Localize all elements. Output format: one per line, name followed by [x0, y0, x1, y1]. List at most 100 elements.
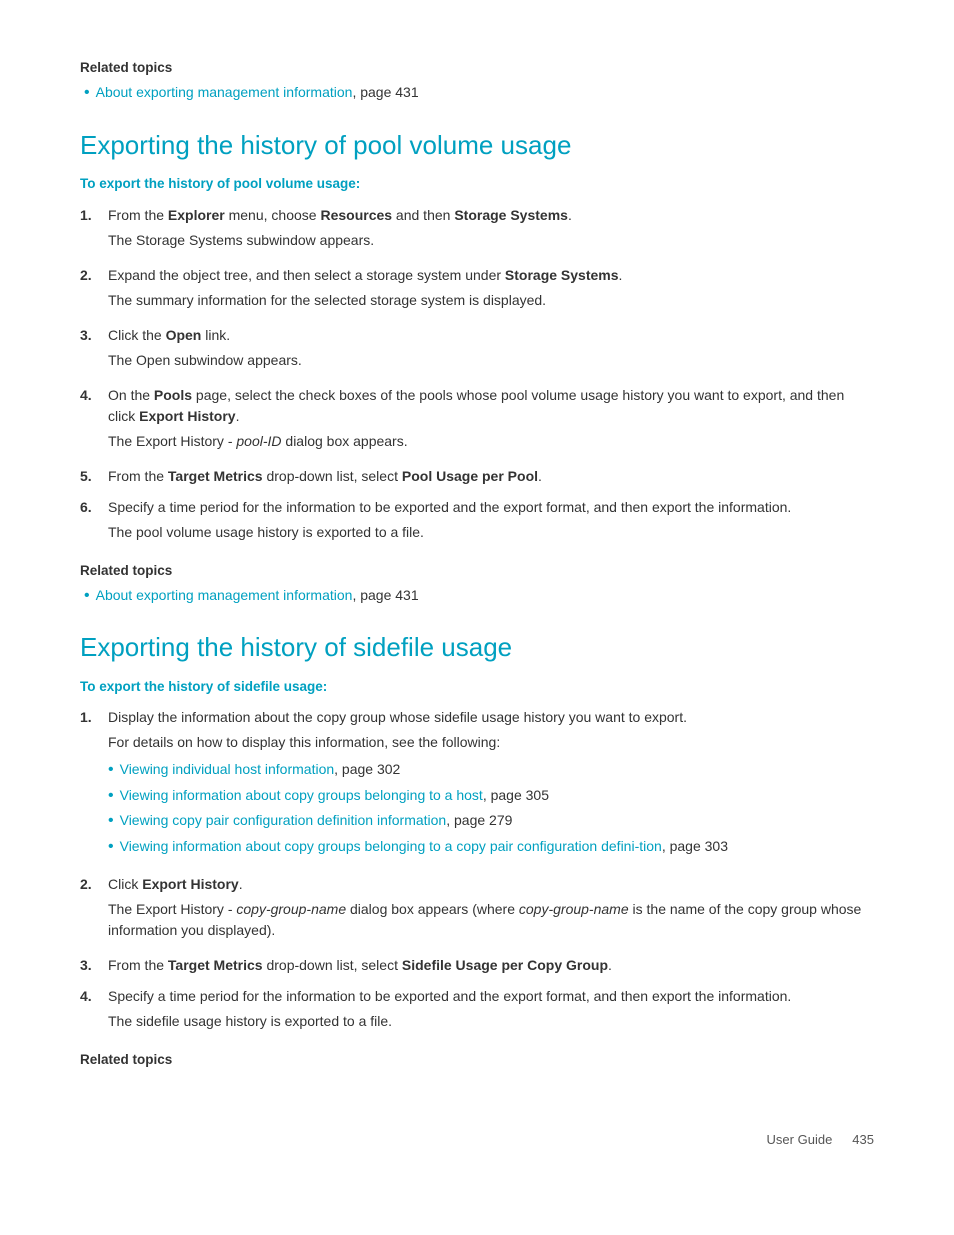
step-content-2-sidefile: Click Export History. The Export History…	[108, 874, 874, 945]
step-content-1-pool: From the Explorer menu, choose Resources…	[108, 205, 874, 255]
bullet-icon-top: •	[84, 82, 90, 104]
step-4-pool: 4. On the Pools page, select the check b…	[80, 385, 874, 456]
step-2-pool: 2. Expand the object tree, and then sele…	[80, 265, 874, 315]
step-note-6-pool: The pool volume usage history is exporte…	[108, 522, 874, 543]
step-1-pool: 1. From the Explorer menu, choose Resour…	[80, 205, 874, 255]
sub-bullet-link-3[interactable]: Viewing copy pair configuration definiti…	[120, 810, 513, 831]
step-number-1-pool: 1.	[80, 205, 108, 226]
sub-bullet-4: • Viewing information about copy groups …	[108, 836, 874, 858]
pool-related-link[interactable]: About exporting management information, …	[96, 585, 419, 606]
pool-related-link-page: 431	[395, 587, 418, 603]
bold-storage-systems-2: Storage Systems	[505, 267, 619, 283]
step-note-3-pool: The Open subwindow appears.	[108, 350, 874, 371]
step-note-2-pool: The summary information for the selected…	[108, 290, 874, 311]
steps-sidefile: 1. Display the information about the cop…	[80, 707, 874, 1036]
bold-storage-systems: Storage Systems	[454, 207, 568, 223]
step-2-sidefile: 2. Click Export History. The Export Hist…	[80, 874, 874, 945]
step-text-1-pool: From the Explorer menu, choose Resources…	[108, 207, 572, 223]
bullet-icon-pool: •	[84, 585, 90, 607]
step-text-4-sidefile: Specify a time period for the informatio…	[108, 988, 791, 1004]
pool-related-link-comma: , page	[352, 587, 395, 603]
step-content-5-pool: From the Target Metrics drop-down list, …	[108, 466, 874, 487]
sub-bullet-link-1[interactable]: Viewing individual host information, pag…	[120, 759, 401, 780]
step-content-6-pool: Specify a time period for the informatio…	[108, 497, 874, 547]
step-text-5-pool: From the Target Metrics drop-down list, …	[108, 468, 542, 484]
related-link-page-top: 431	[395, 84, 418, 100]
bold-pool-usage: Pool Usage per Pool	[402, 468, 538, 484]
step-text-2-sidefile: Click Export History.	[108, 876, 243, 892]
sub-bullet-link-text-4[interactable]: Viewing information about copy groups be…	[120, 838, 662, 854]
section-title-pool-volume: Exporting the history of pool volume usa…	[80, 129, 874, 163]
steps-pool-volume: 1. From the Explorer menu, choose Resour…	[80, 205, 874, 547]
subsection-title-sidefile: To export the history of sidefile usage:	[80, 677, 874, 697]
sub-bullet-page-3: , page 279	[446, 812, 512, 828]
bold-export-history-4: Export History	[139, 408, 235, 424]
step-text-3-pool: Click the Open link.	[108, 327, 230, 343]
step-text-6-pool: Specify a time period for the informatio…	[108, 499, 791, 515]
step-note-4-sidefile: The sidefile usage history is exported t…	[108, 1011, 874, 1032]
step-1-sidefile: 1. Display the information about the cop…	[80, 707, 874, 864]
sub-bullet-link-4[interactable]: Viewing information about copy groups be…	[120, 836, 728, 857]
section-title-sidefile: Exporting the history of sidefile usage	[80, 631, 874, 665]
pool-related-topics-label: Related topics	[80, 561, 874, 581]
bold-target-metrics-3s: Target Metrics	[168, 957, 263, 973]
step-content-3-sidefile: From the Target Metrics drop-down list, …	[108, 955, 874, 976]
step-note-1-pool: The Storage Systems subwindow appears.	[108, 230, 874, 251]
sub-bullet-page-1: , page 302	[334, 761, 400, 777]
step-text-2-pool: Expand the object tree, and then select …	[108, 267, 622, 283]
step-note-2-sidefile: The Export History - copy-group-name dia…	[108, 899, 874, 941]
italic-copy-group-name-1: copy-group-name	[236, 901, 346, 917]
step-text-3-sidefile: From the Target Metrics drop-down list, …	[108, 957, 612, 973]
sub-bullet-page-2: , page 305	[483, 787, 549, 803]
related-topics-label-top: Related topics	[80, 58, 874, 78]
related-link-text-top[interactable]: About exporting management information	[96, 84, 353, 100]
related-link-top[interactable]: About exporting management information, …	[96, 82, 419, 103]
step-text-1-sidefile: Display the information about the copy g…	[108, 709, 687, 725]
sub-bullets-1-sidefile: • Viewing individual host information, p…	[108, 759, 874, 858]
sidefile-related-topics-label: Related topics	[80, 1050, 874, 1070]
step-content-1-sidefile: Display the information about the copy g…	[108, 707, 874, 864]
sub-bullet-link-text-2[interactable]: Viewing information about copy groups be…	[120, 787, 483, 803]
sub-bullet-dot-2: •	[108, 785, 114, 807]
bold-pools: Pools	[154, 387, 192, 403]
step-3-pool: 3. Click the Open link. The Open subwind…	[80, 325, 874, 375]
sub-bullet-2: • Viewing information about copy groups …	[108, 785, 874, 807]
step-3-sidefile: 3. From the Target Metrics drop-down lis…	[80, 955, 874, 976]
step-content-4-pool: On the Pools page, select the check boxe…	[108, 385, 874, 456]
sub-bullet-dot-4: •	[108, 836, 114, 858]
footer-page-number: 435	[852, 1130, 874, 1150]
bold-open: Open	[166, 327, 202, 343]
pool-related-link-item: • About exporting management information…	[80, 585, 874, 607]
step-note-1-sidefile: For details on how to display this infor…	[108, 732, 874, 753]
sub-bullet-link-text-1[interactable]: Viewing individual host information	[120, 761, 335, 777]
step-note-4-pool: The Export History - pool-ID dialog box …	[108, 431, 874, 452]
italic-pool-id: pool-ID	[236, 433, 281, 449]
sub-bullet-link-text-3[interactable]: Viewing copy pair configuration definiti…	[120, 812, 447, 828]
step-number-1-sidefile: 1.	[80, 707, 108, 728]
step-content-3-pool: Click the Open link. The Open subwindow …	[108, 325, 874, 375]
step-number-2-pool: 2.	[80, 265, 108, 286]
step-content-2-pool: Expand the object tree, and then select …	[108, 265, 874, 315]
sub-bullet-3: • Viewing copy pair configuration defini…	[108, 810, 874, 832]
italic-copy-group-name-2: copy-group-name	[519, 901, 629, 917]
step-5-pool: 5. From the Target Metrics drop-down lis…	[80, 466, 874, 487]
step-number-3-pool: 3.	[80, 325, 108, 346]
subsection-title-pool-volume: To export the history of pool volume usa…	[80, 174, 874, 194]
step-text-4-pool: On the Pools page, select the check boxe…	[108, 387, 844, 424]
sidefile-related-topics: Related topics	[80, 1050, 874, 1070]
pool-related-link-text[interactable]: About exporting management information	[96, 587, 353, 603]
section-sidefile: Exporting the history of sidefile usage …	[80, 631, 874, 1070]
bold-sidefile-usage: Sidefile Usage per Copy Group	[402, 957, 608, 973]
step-number-5-pool: 5.	[80, 466, 108, 487]
step-number-3-sidefile: 3.	[80, 955, 108, 976]
step-number-4-sidefile: 4.	[80, 986, 108, 1007]
bold-explorer: Explorer	[168, 207, 225, 223]
step-number-4-pool: 4.	[80, 385, 108, 406]
page-footer: User Guide 435	[80, 1130, 874, 1150]
bold-export-history-2s: Export History	[142, 876, 238, 892]
sub-bullet-link-2[interactable]: Viewing information about copy groups be…	[120, 785, 549, 806]
related-topics-item-top: • About exporting management information…	[80, 82, 874, 104]
related-link-comma-top: , page	[352, 84, 395, 100]
pool-related-topics: Related topics • About exporting managem…	[80, 561, 874, 608]
sub-bullet-1: • Viewing individual host information, p…	[108, 759, 874, 781]
